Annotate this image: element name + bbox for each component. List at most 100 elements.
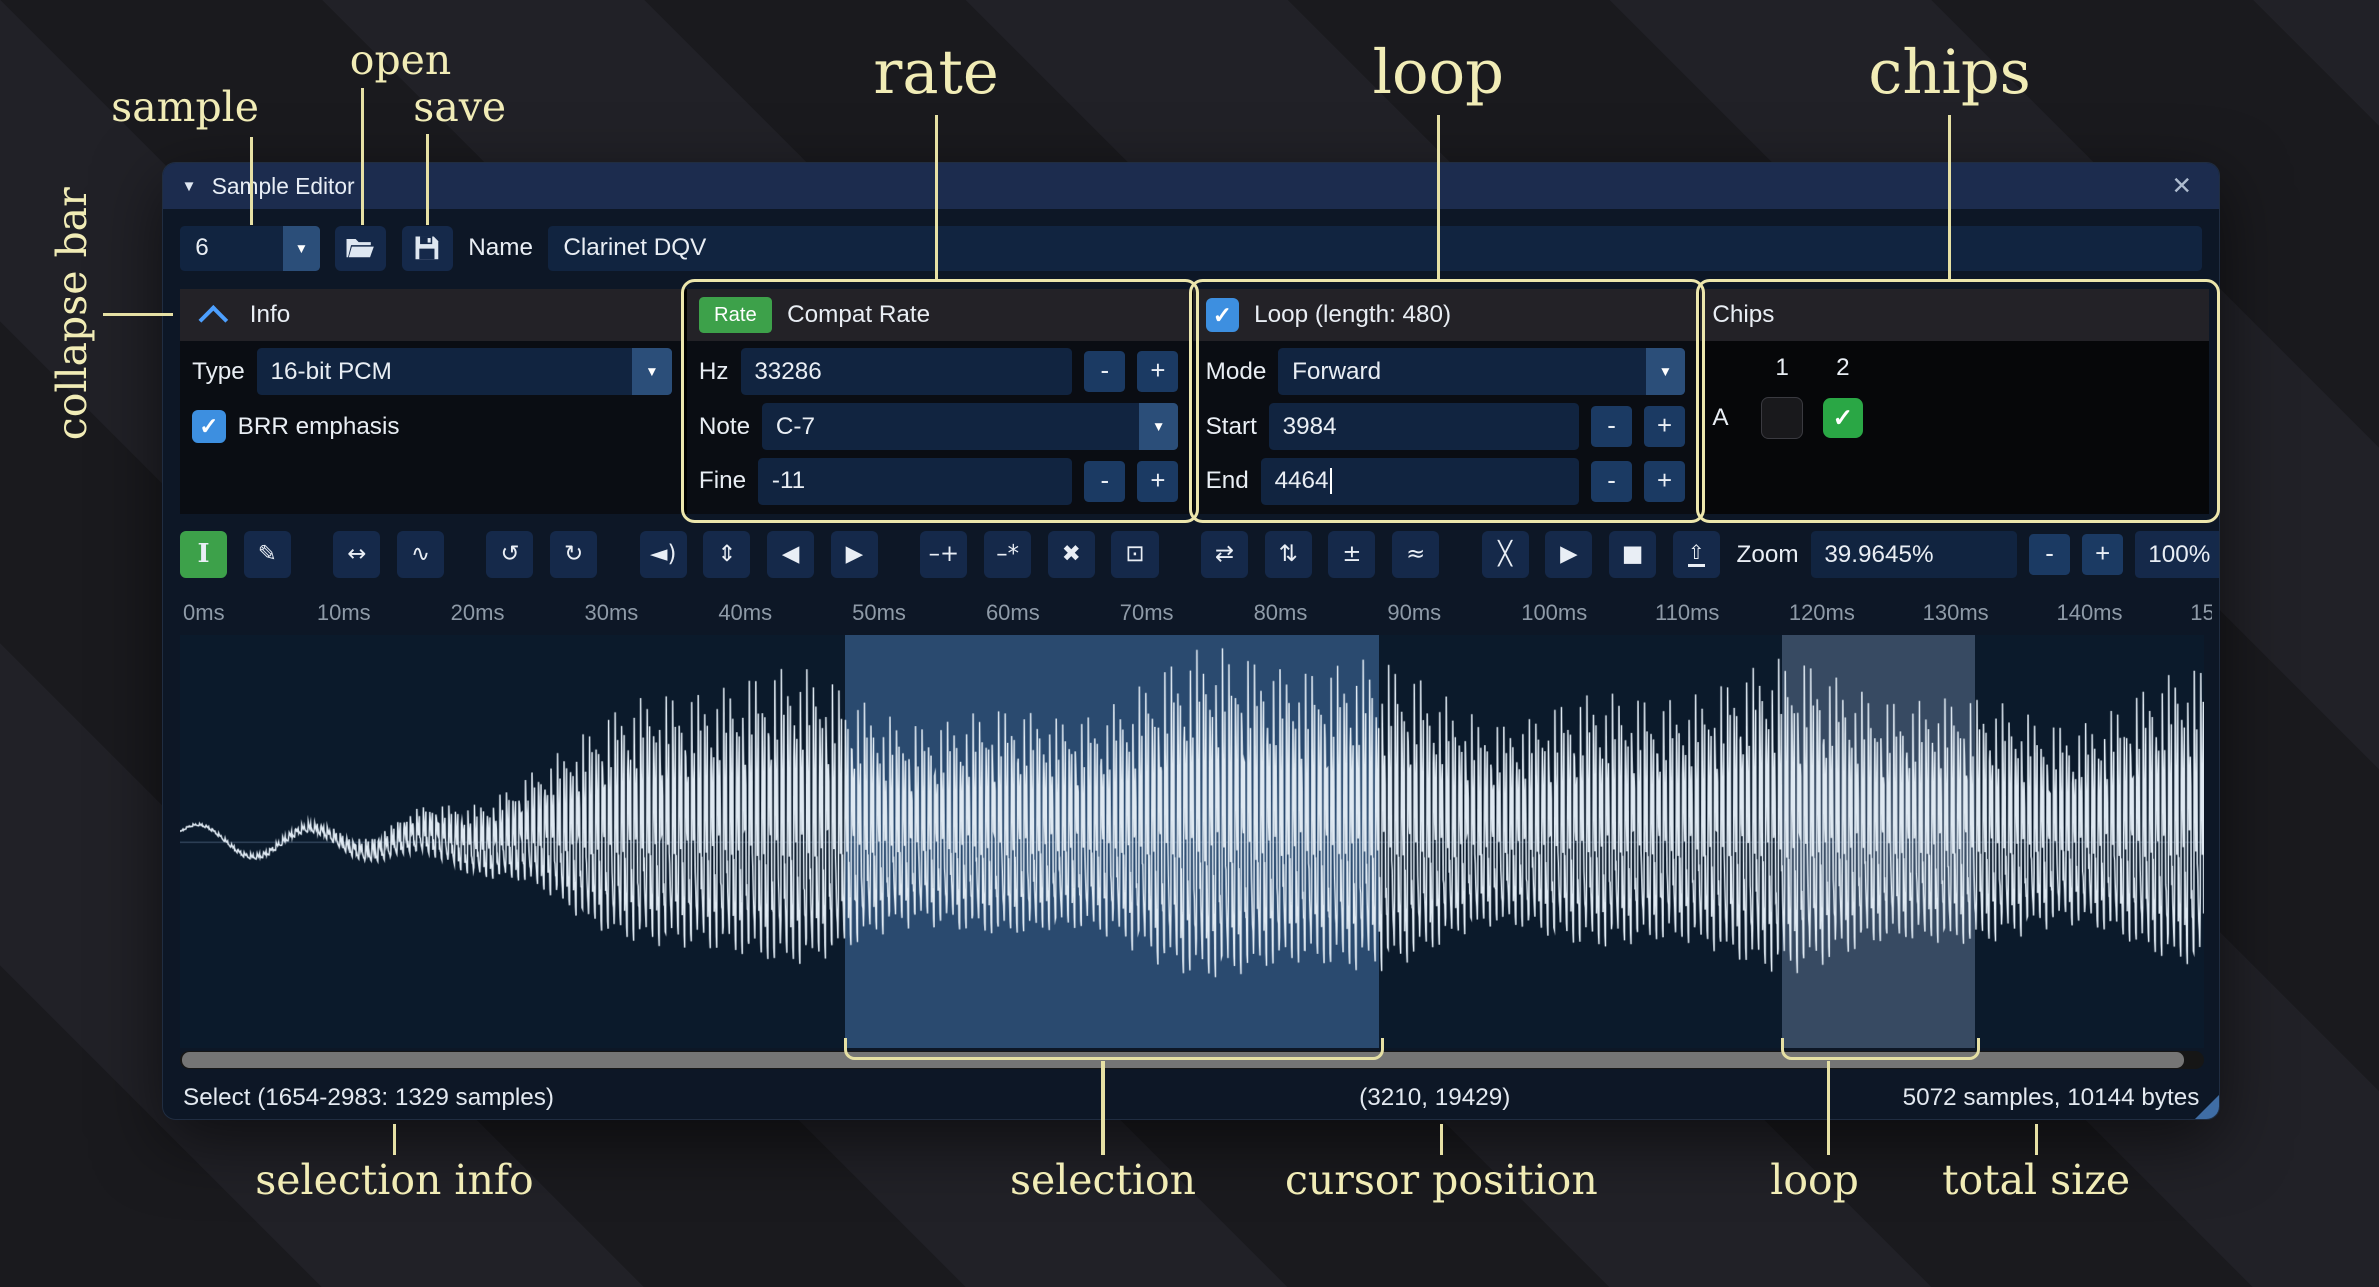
resample-icon: ∿ xyxy=(411,543,430,566)
loop-mode-select[interactable]: Forward ▼ xyxy=(1278,348,1685,395)
annotation-collapse-bar: collapse bar xyxy=(49,185,95,443)
ruler-tick: 20ms xyxy=(451,600,505,626)
redo-button[interactable]: ↻ xyxy=(550,531,597,578)
resample-button[interactable]: ∿ xyxy=(397,531,444,578)
edit-select-button[interactable]: I xyxy=(180,531,227,578)
hz-value: 33286 xyxy=(754,358,821,386)
trim-button[interactable]: ⊡ xyxy=(1111,531,1158,578)
preview-icon: ▶ xyxy=(1560,543,1578,566)
rate-header-label: Compat Rate xyxy=(787,301,930,329)
loop-end-input[interactable]: 4464 xyxy=(1261,458,1579,505)
window-collapse-icon[interactable]: ▼ xyxy=(182,178,197,195)
chevron-down-icon[interactable]: ▼ xyxy=(632,348,671,395)
ruler-tick: 40ms xyxy=(718,600,772,626)
invert-icon: ⇅ xyxy=(1279,543,1298,566)
fade-out-button[interactable]: ▶ xyxy=(831,531,878,578)
reverse-button[interactable]: ⇄ xyxy=(1201,531,1248,578)
loop-end-minus-button[interactable]: - xyxy=(1591,461,1632,502)
zoom-plus-button[interactable]: + xyxy=(2082,534,2123,575)
total-size-text: 5072 samples, 10144 bytes xyxy=(1903,1084,2200,1112)
text-caret xyxy=(1330,468,1332,494)
folder-open-icon xyxy=(345,236,375,260)
draw-button[interactable]: ✎ xyxy=(244,531,291,578)
name-input[interactable]: Clarinet DQV xyxy=(548,226,2202,272)
close-icon[interactable]: ✕ xyxy=(2162,170,2201,203)
chevron-down-icon[interactable]: ▼ xyxy=(1139,403,1178,450)
chips-header-label: Chips xyxy=(1712,301,1774,329)
filter-button[interactable]: ≈ xyxy=(1392,531,1439,578)
zoom-input[interactable]: 39.9645% xyxy=(1811,531,2017,578)
chevron-down-icon[interactable]: ▼ xyxy=(283,226,319,272)
loop-checkbox[interactable]: ✓ xyxy=(1206,298,1239,331)
fine-minus-button[interactable]: - xyxy=(1084,461,1125,502)
zoom-cluster: Zoom 39.9645% - + 100% xyxy=(1737,531,2221,578)
delete-button[interactable]: ✖ xyxy=(1048,531,1095,578)
chip-col-1: 1 xyxy=(1775,354,1789,382)
panels-strip: Info Type 16-bit PCM ▼ ✓ BRR emphasis xyxy=(180,289,2208,514)
zoom-minus-button[interactable]: - xyxy=(2029,534,2070,575)
chip-a1-checkbox[interactable] xyxy=(1761,397,1802,438)
undo-button[interactable]: ↺ xyxy=(486,531,533,578)
resize-grip[interactable] xyxy=(2195,1095,2219,1119)
chip-a2-checkbox[interactable]: ✓ xyxy=(1823,398,1862,437)
insert-silence-button[interactable]: –+ xyxy=(920,531,967,578)
loop-start-minus-button[interactable]: - xyxy=(1591,406,1632,447)
mode-label: Mode xyxy=(1206,358,1267,386)
check-icon: ✓ xyxy=(1213,302,1232,329)
loop-start-plus-button[interactable]: + xyxy=(1644,406,1685,447)
ruler-tick: 60ms xyxy=(986,600,1040,626)
toolbar: I✎↔∿↺↻◄)⇕◀▶–+–*✖⊡⇄⇅±≈╳▶■⇧ Zoom 39.9645% … xyxy=(180,529,2202,581)
hz-minus-button[interactable]: - xyxy=(1084,351,1125,392)
rate-badge-button[interactable]: Rate xyxy=(699,297,772,332)
hz-plus-button[interactable]: + xyxy=(1137,351,1178,392)
chevron-down-icon[interactable]: ▼ xyxy=(1646,348,1685,395)
ruler-tick: 30ms xyxy=(585,600,639,626)
preview-button[interactable]: ▶ xyxy=(1545,531,1592,578)
timeline-ruler[interactable]: 0ms10ms20ms30ms40ms50ms60ms70ms80ms90ms1… xyxy=(180,593,2212,634)
annotation-line xyxy=(1440,1124,1443,1154)
zoom-label: Zoom xyxy=(1737,541,1799,569)
loop-header: ✓ Loop (length: 480) xyxy=(1193,289,1697,341)
trim-icon: ⊡ xyxy=(1125,543,1144,566)
insert-silence-icon: –+ xyxy=(929,543,959,566)
sample-slot-value: 6 xyxy=(180,226,283,272)
window-title: Sample Editor xyxy=(212,173,355,200)
fine-plus-button[interactable]: + xyxy=(1137,461,1178,502)
waveform-scrollbar[interactable] xyxy=(180,1051,2204,1069)
invert-button[interactable]: ⇅ xyxy=(1265,531,1312,578)
ruler-tick: 80ms xyxy=(1254,600,1308,626)
zoom-reset-button[interactable]: 100% xyxy=(2135,531,2220,578)
resize-button[interactable]: ↔ xyxy=(333,531,380,578)
scrollbar-thumb[interactable] xyxy=(182,1052,2185,1067)
ruler-tick: 110ms xyxy=(1655,600,1719,626)
draw-icon: ✎ xyxy=(258,543,277,566)
titlebar[interactable]: ▼ Sample Editor ✕ xyxy=(163,163,2219,209)
make-instrument-icon: ⇧ xyxy=(1688,543,1705,567)
hz-input[interactable]: 33286 xyxy=(741,348,1073,395)
zoom-value: 39.9645% xyxy=(1824,541,1933,569)
apply-silence-button[interactable]: –* xyxy=(984,531,1031,578)
loop-start-input[interactable]: 3984 xyxy=(1269,403,1579,450)
save-button[interactable] xyxy=(402,226,454,272)
sign-invert-button[interactable]: ± xyxy=(1328,531,1375,578)
open-button[interactable] xyxy=(335,226,387,272)
type-select[interactable]: 16-bit PCM ▼ xyxy=(257,348,672,395)
brr-emphasis-checkbox[interactable]: ✓ xyxy=(192,410,225,443)
stop-preview-button[interactable]: ■ xyxy=(1609,531,1656,578)
loop-end-plus-button[interactable]: + xyxy=(1644,461,1685,502)
collapse-bar-button[interactable] xyxy=(192,295,234,334)
fine-input[interactable]: -11 xyxy=(758,458,1072,505)
annotation-loop-region: loop xyxy=(1770,1156,1859,1204)
waveform-view[interactable] xyxy=(180,635,2204,1048)
chips-header: Chips xyxy=(1700,289,2208,341)
normalize-button[interactable]: ⇕ xyxy=(703,531,750,578)
amplify-button[interactable]: ◄) xyxy=(640,531,687,578)
crossfade-button[interactable]: ╳ xyxy=(1482,531,1529,578)
info-panel: Info Type 16-bit PCM ▼ ✓ BRR emphasis xyxy=(180,289,684,514)
note-select[interactable]: C-7 ▼ xyxy=(762,403,1178,450)
fade-in-button[interactable]: ◀ xyxy=(767,531,814,578)
normalize-icon: ⇕ xyxy=(717,543,736,566)
sample-slot-select[interactable]: 6 ▼ xyxy=(180,226,320,272)
note-label: Note xyxy=(699,413,750,441)
make-instrument-button[interactable]: ⇧ xyxy=(1673,531,1720,578)
